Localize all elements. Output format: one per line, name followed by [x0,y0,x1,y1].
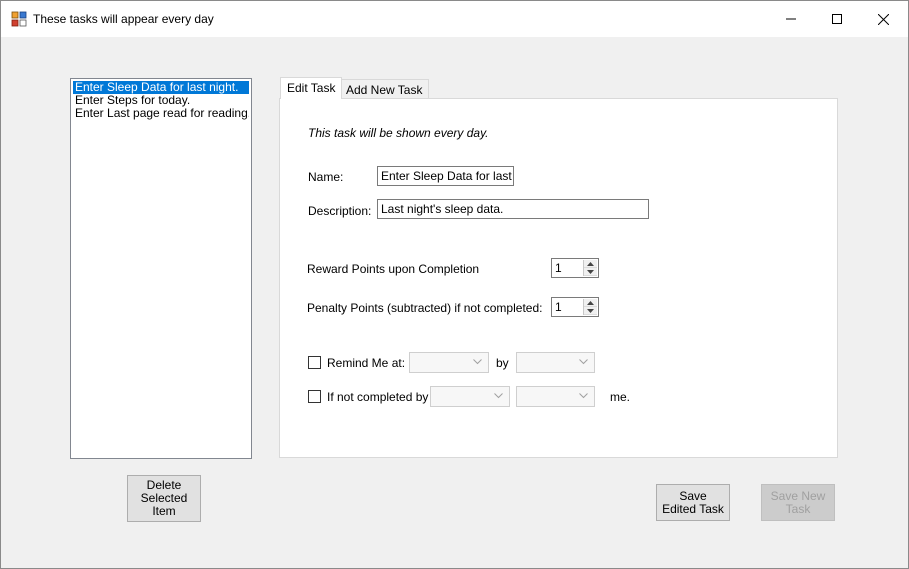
main-window: These tasks will appear every day Enter … [0,0,909,569]
close-icon [877,13,889,25]
remind-by-select[interactable] [516,352,595,373]
reward-points-value: 1 [555,261,562,275]
spin-up-button[interactable] [584,260,597,268]
task-info-text: This task will be shown every day. [308,126,489,140]
not-completed-label: If not completed by [327,390,429,404]
remind-me-label: Remind Me at: [327,356,406,370]
spin-up-button[interactable] [584,299,597,307]
spin-buttons [583,299,597,315]
chevron-down-icon [494,393,503,399]
title-bar[interactable]: These tasks will appear every day [1,1,908,37]
description-label: Description: [308,204,372,218]
minimize-icon [786,18,796,20]
chevron-down-icon [579,359,588,365]
app-window-icon [11,11,27,27]
task-listbox[interactable]: Enter Sleep Data for last night. Enter S… [70,78,252,459]
name-label: Name: [308,170,344,184]
chevron-down-icon [587,269,594,274]
tab-add-new-task[interactable]: Add New Task [339,79,430,99]
remind-time-select[interactable] [409,352,489,373]
chevron-down-icon [473,359,482,365]
close-button[interactable] [860,1,906,37]
reward-points-stepper[interactable]: 1 [551,258,599,278]
edit-task-panel: This task will be shown every day. Name:… [279,98,838,458]
spin-down-button[interactable] [584,307,597,315]
penalty-points-stepper[interactable]: 1 [551,297,599,317]
maximize-button[interactable] [814,1,860,37]
penalty-points-value: 1 [555,300,562,314]
delete-selected-item-button[interactable]: Delete Selected Item [127,475,201,522]
save-edited-task-button[interactable]: Save Edited Task [656,484,730,521]
save-new-task-button[interactable]: Save New Task [761,484,835,521]
window-title: These tasks will appear every day [33,12,214,26]
reward-points-label: Reward Points upon Completion [307,262,480,276]
remind-me-checkbox[interactable] [308,356,321,369]
description-input[interactable]: Last night's sleep data. [377,199,649,219]
chevron-down-icon [579,393,588,399]
chevron-up-icon [587,300,594,305]
list-item[interactable]: Enter Last page read for reading. [73,107,249,120]
penalty-points-label: Penalty Points (subtracted) if not compl… [307,301,543,315]
not-completed-time-select[interactable] [430,386,510,407]
not-completed-checkbox[interactable] [308,390,321,403]
list-item[interactable]: Enter Sleep Data for last night. [73,81,249,94]
spin-buttons [583,260,597,276]
chevron-up-icon [587,261,594,266]
spin-down-button[interactable] [584,268,597,276]
not-completed-action-select[interactable] [516,386,595,407]
name-input[interactable]: Enter Sleep Data for last nig [377,166,514,186]
chevron-down-icon [587,308,594,313]
by-label: by [496,356,509,370]
minimize-button[interactable] [768,1,814,37]
list-item[interactable]: Enter Steps for today. [73,94,249,107]
me-label: me. [610,390,631,404]
maximize-icon [832,14,842,24]
tab-edit-task[interactable]: Edit Task [280,77,343,99]
